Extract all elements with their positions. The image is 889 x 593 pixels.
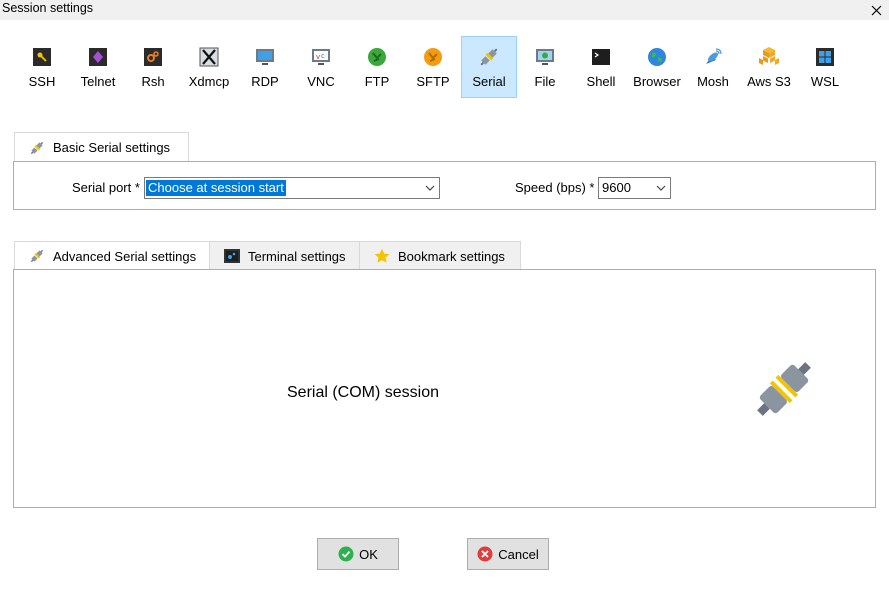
title-bar: Session settings [0,0,889,20]
speed-value: 9600 [602,180,631,195]
session-type-label: Telnet [80,74,116,89]
svg-text:c: c [321,52,325,60]
rsh-icon [142,46,164,68]
advanced-settings-panel [13,269,876,508]
close-icon [871,5,881,15]
wsl-windows-icon [814,46,836,68]
session-type-ftp[interactable]: FTP [349,36,405,98]
session-type-label: WSL [810,74,840,89]
rdp-icon [254,46,276,68]
ok-label: OK [359,546,378,562]
session-type-label: VNC [307,74,335,89]
tab-label: Bookmark settings [398,248,505,264]
serial-plug-icon [29,248,47,264]
session-type-label: Aws S3 [747,74,791,89]
cancel-label: Cancel [498,546,539,562]
cancel-button[interactable]: Cancel [467,538,549,570]
star-icon [374,248,392,264]
check-icon [338,546,354,562]
sftp-icon [422,46,444,68]
session-type-label: Browser [633,74,681,89]
session-type-rsh[interactable]: Rsh [125,36,181,98]
tab-label: Basic Serial settings [53,140,171,155]
aws-s3-icon [758,46,780,68]
session-type-wsl[interactable]: WSL [797,36,853,98]
session-type-vnc[interactable]: vc VNC [293,36,349,98]
session-type-label: File [534,74,556,89]
session-type-label: SFTP [416,74,450,89]
close-button[interactable] [863,0,889,20]
session-type-mosh[interactable]: Mosh [685,36,741,98]
speed-select[interactable]: 9600 [598,177,671,199]
session-type-toolbar: SSH Telnet Rsh Xdmcp RDP vc VNC FTP SFTP… [14,36,884,98]
chevron-down-icon [425,185,435,191]
ssh-key-icon [31,46,53,68]
session-type-label: SSH [28,74,56,89]
session-type-label: Xdmcp [188,74,230,89]
tab-label: Advanced Serial settings [53,248,197,264]
window-title: Session settings [2,1,94,15]
vnc-icon: vc [310,46,332,68]
session-type-aws-s3[interactable]: Aws S3 [741,36,797,98]
browser-globe-icon [646,46,668,68]
xdmcp-icon [198,46,220,68]
session-type-label: Shell [586,74,616,89]
shell-icon [590,46,612,68]
session-type-xdmcp[interactable]: Xdmcp [181,36,237,98]
session-type-rdp[interactable]: RDP [237,36,293,98]
session-type-serial[interactable]: Serial [461,36,517,98]
ftp-icon [366,46,388,68]
session-type-label: Mosh [697,74,729,89]
tab-basic-serial-settings[interactable]: Basic Serial settings [14,132,189,162]
session-type-file[interactable]: File [517,36,573,98]
session-type-label: RDP [251,74,279,89]
mosh-satellite-icon [702,46,724,68]
basic-settings-panel: Serial port * Choose at session start Sp… [13,161,876,210]
serial-plug-icon [478,46,500,68]
tab-bookmark-settings[interactable]: Bookmark settings [359,241,521,270]
session-type-browser[interactable]: Browser [629,36,685,98]
tab-label: Terminal settings [248,248,346,264]
session-type-telnet[interactable]: Telnet [70,36,126,98]
terminal-icon [224,248,242,264]
tab-terminal-settings[interactable]: Terminal settings [209,241,360,270]
serial-port-value: Choose at session start [146,180,286,196]
telnet-icon [87,46,109,68]
session-description: Serial (COM) session [287,384,440,401]
session-type-sftp[interactable]: SFTP [405,36,461,98]
chevron-down-icon [656,185,666,191]
session-type-label: FTP [364,74,390,89]
cancel-x-icon [477,546,493,562]
ok-button[interactable]: OK [317,538,399,570]
serial-port-label: Serial port * [72,180,140,195]
serial-plug-icon [750,355,818,423]
session-type-label: Rsh [141,74,165,89]
svg-text:v: v [316,53,320,61]
serial-port-select[interactable]: Choose at session start [144,177,440,199]
file-icon [534,46,556,68]
session-type-shell[interactable]: Shell [573,36,629,98]
session-type-ssh[interactable]: SSH [14,36,70,98]
session-type-label: Serial [472,74,506,89]
tab-advanced-serial-settings[interactable]: Advanced Serial settings [14,241,210,270]
serial-plug-icon [29,140,47,156]
speed-label: Speed (bps) * [515,180,595,195]
